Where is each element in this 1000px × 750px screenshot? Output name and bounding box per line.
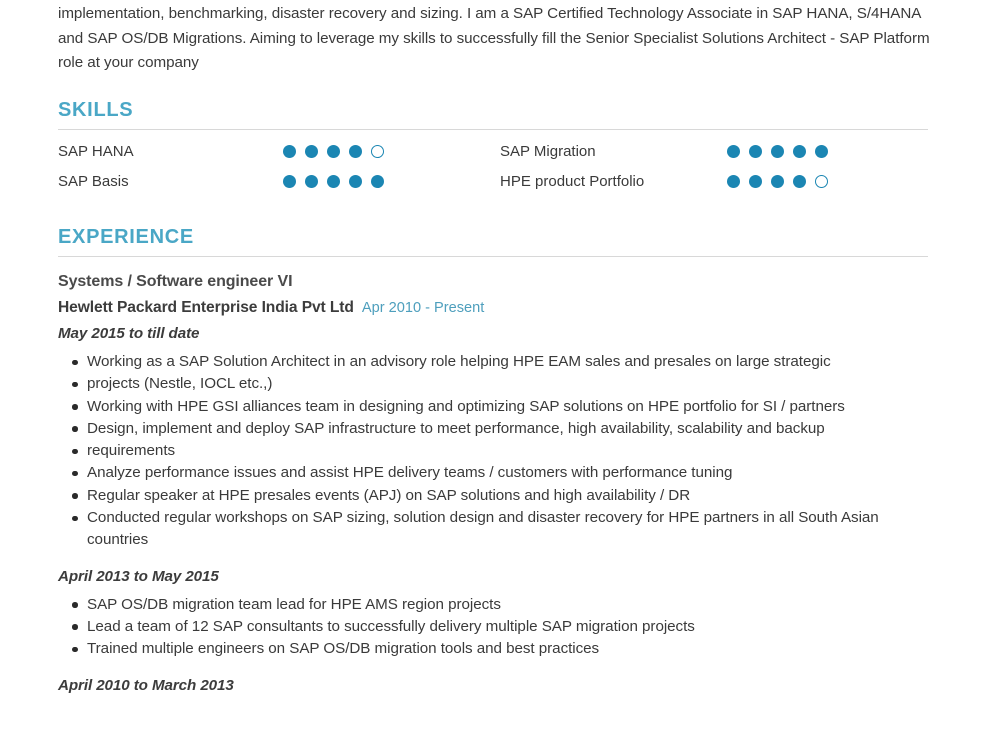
experience-period-label: May 2015 to till date	[58, 325, 200, 342]
skill-item: SAP Migration	[500, 141, 930, 171]
skill-rating-dots	[727, 145, 828, 158]
skill-rating-dots	[727, 174, 828, 188]
rating-dot-filled	[727, 174, 740, 188]
rating-dot-empty	[371, 145, 384, 158]
rating-dot-filled	[327, 174, 340, 188]
rating-dot-filled	[349, 174, 362, 188]
rating-dot-filled	[771, 145, 784, 158]
resume-page: implementation, benchmarking, disaster r…	[0, 0, 1000, 750]
experience-bullet-list: Working as a SAP Solution Architect in a…	[58, 351, 930, 552]
skill-row: SAP Basis HPE product Portfolio	[58, 171, 930, 201]
skills-divider	[58, 129, 928, 130]
skills-grid: SAP HANA SAP Migration SAP Basis HPE produc…	[58, 141, 930, 200]
experience-period-label: April 2013 to May 2015	[58, 567, 219, 585]
company-name: Hewlett Packard Enterprise India Pvt Ltd	[58, 299, 354, 316]
skill-name: HPE product Portfolio	[500, 172, 645, 190]
skill-row: SAP HANA SAP Migration	[58, 141, 930, 171]
rating-dot-filled	[793, 145, 806, 158]
skill-name: SAP HANA	[58, 143, 134, 160]
experience-bullet: Lead a team of 12 SAP consultants to suc…	[58, 616, 930, 638]
rating-dot-filled	[749, 174, 762, 188]
experience-bullet: Working with HPE GSI alliances team in d…	[58, 396, 930, 418]
experience-divider	[58, 256, 928, 257]
skills-section: SKILLS SAP HANA SAP Migration SAP Basis HPE…	[58, 98, 930, 200]
skill-name: SAP Basis	[58, 172, 129, 190]
skill-rating-dots	[283, 145, 384, 158]
rating-dot-filled	[305, 174, 318, 188]
experience-bullet: projects (Nestle, IOCL etc.,)	[58, 373, 930, 395]
experience-periods: May 2015 to till date Working as a SAP So…	[58, 321, 930, 698]
skill-item: SAP Basis	[58, 171, 498, 201]
job-title: Systems / Software engineer VI	[58, 273, 293, 290]
company-line: Hewlett Packard Enterprise India Pvt Ltd…	[58, 295, 930, 321]
experience-bullet: Working as a SAP Solution Architect in a…	[58, 351, 930, 373]
rating-dot-filled	[815, 145, 828, 158]
rating-dot-filled	[327, 145, 340, 158]
rating-dot-filled	[283, 174, 296, 188]
experience-body: Systems / Software engineer VI Hewlett P…	[58, 269, 930, 698]
company-dates: Apr 2010 - Present	[361, 300, 485, 316]
experience-bullet: SAP OS/DB migration team lead for HPE AM…	[58, 594, 930, 616]
experience-heading: EXPERIENCE	[58, 226, 194, 248]
rating-dot-filled	[771, 174, 784, 188]
summary-paragraph: implementation, benchmarking, disaster r…	[58, 5, 930, 71]
skill-rating-dots	[283, 174, 384, 188]
experience-bullet: Conducted regular workshops on SAP sizin…	[58, 507, 930, 552]
experience-bullet: Regular speaker at HPE presales events (…	[58, 485, 930, 507]
skill-name: SAP Migration	[500, 143, 596, 160]
experience-section: EXPERIENCE Systems / Software engineer V…	[58, 225, 930, 698]
experience-bullet: Design, implement and deploy SAP infrast…	[58, 418, 930, 440]
rating-dot-filled	[793, 174, 806, 188]
skill-item: SAP HANA	[58, 141, 498, 171]
rating-dot-filled	[749, 145, 762, 158]
rating-dot-filled	[349, 145, 362, 158]
rating-dot-filled	[305, 145, 318, 158]
skill-item: HPE product Portfolio	[500, 171, 930, 201]
experience-bullet: Trained multiple engineers on SAP OS/DB …	[58, 638, 930, 660]
skills-heading: SKILLS	[58, 99, 134, 121]
experience-period-label: April 2010 to March 2013	[58, 676, 234, 694]
experience-bullet: requirements	[58, 440, 930, 462]
rating-dot-empty	[815, 174, 828, 188]
rating-dot-filled	[371, 174, 384, 188]
experience-bullet-list: SAP OS/DB migration team lead for HPE AM…	[58, 594, 930, 661]
experience-bullet: Analyze performance issues and assist HP…	[58, 462, 930, 484]
rating-dot-filled	[727, 145, 740, 158]
rating-dot-filled	[283, 145, 296, 158]
